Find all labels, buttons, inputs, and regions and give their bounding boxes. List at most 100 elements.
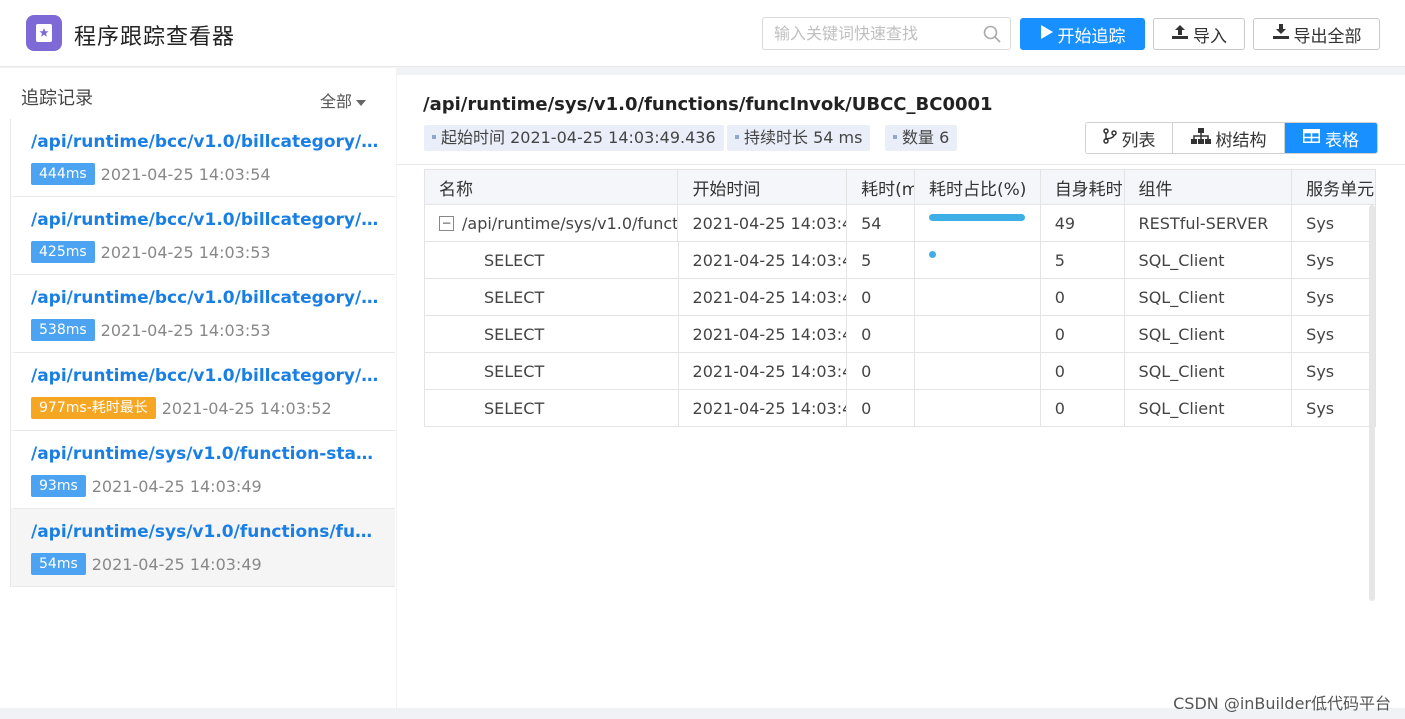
cell-component: SQL_Client [1125,353,1293,389]
app-title: 程序跟踪查看器 [74,25,236,50]
cell-service-unit: Sys [1306,213,1335,233]
cell-component: SQL_Client [1125,390,1293,426]
table-row[interactable]: SELECT2021-04-25 14:03:49.43755SQL_Clien… [424,242,1376,279]
divider [397,164,1405,165]
row-name: SELECT [484,398,545,418]
duration-badge: 444ms [31,163,95,185]
row-name: SELECT [484,287,545,307]
table-view-button[interactable]: 表格 [1285,123,1377,153]
header-col-name[interactable]: 名称 [425,170,679,204]
header-col-service-unit[interactable]: 服务单元 [1292,170,1375,204]
import-button[interactable]: 导入 [1153,18,1245,50]
header-col-start-time[interactable]: 开始时间 [678,170,848,204]
trace-list-item[interactable]: /api/runtime/bcc/v1.0/billcategory/billc… [11,119,395,197]
trace-url[interactable]: /api/runtime/sys/v1.0/functions/funcInvo… [31,522,381,542]
trace-list-item[interactable]: /api/runtime/sys/v1.0/functions/funcInvo… [11,509,395,587]
ratio-dot [929,251,936,258]
table-row[interactable]: SELECT2021-04-25 14:03:49.44500SQL_Clien… [424,390,1376,427]
table-icon [1303,128,1320,148]
table-row[interactable]: SELECT2021-04-25 14:03:49.44400SQL_Clien… [424,353,1376,390]
cell-elapsed: 0 [847,353,915,389]
duration-tag: 持续时长 54 ms [727,125,871,151]
export-all-button[interactable]: 导出全部 [1253,18,1380,50]
duration-badge: 93ms [31,475,86,497]
count-tag: 数量 6 [885,125,958,151]
trace-url[interactable]: /api/runtime/sys/v1.0/function-states [31,444,381,464]
header-col-elapsed[interactable]: 耗时(ms) [847,170,915,204]
start-trace-button[interactable]: 开始追踪 [1020,18,1145,50]
cell-component: SQL_Client [1125,279,1293,315]
cell-ratio [915,353,1041,389]
trace-list-item[interactable]: /api/runtime/bcc/v1.0/billcategory/billc… [11,275,395,353]
cell-service-unit: Sys [1306,324,1335,344]
view-switch: 列表 树结构 表格 [1085,122,1378,154]
trace-url[interactable]: /api/runtime/bcc/v1.0/billcategory/billc… [31,132,381,152]
trace-time: 2021-04-25 14:03:53 [100,242,271,262]
header-col-component[interactable]: 组件 [1125,170,1293,204]
row-name: SELECT [484,250,545,270]
cell-self-time: 0 [1041,316,1125,352]
search-box[interactable] [762,17,1011,50]
duration-badge: 977ms-耗时最长 [31,397,156,419]
list-view-button[interactable]: 列表 [1086,123,1173,153]
cell-service-unit: Sys [1306,361,1335,381]
table-view-label: 表格 [1325,130,1359,151]
sitemap-icon [1190,127,1211,149]
cell-start-time: 2021-04-25 14:03:49.442 [679,279,848,315]
filter-dropdown[interactable]: 全部 [320,88,367,112]
upload-icon [1171,24,1189,45]
cell-name: −/api/runtime/sys/v1.0/functions/funcInv… [425,205,679,241]
trace-meta: 538ms 2021-04-25 14:03:53 [31,319,271,341]
search-icon[interactable] [982,24,1002,48]
cell-ratio [915,390,1041,426]
cell-name: SELECT [425,316,679,352]
trace-meta: 54ms 2021-04-25 14:03:49 [31,553,262,575]
collapse-icon[interactable]: − [439,215,454,231]
trace-url[interactable]: /api/runtime/bcc/v1.0/billcategory/billc… [31,210,381,230]
cell-component: SQL_Client [1125,242,1293,278]
trace-meta: 425ms 2021-04-25 14:03:53 [31,241,271,263]
play-icon [1040,24,1054,45]
cell-self-time: 49 [1041,205,1125,241]
trace-meta: 444ms 2021-04-25 14:03:54 [31,163,271,185]
watermark: CSDN @inBuilder低代码平台 [1173,694,1391,713]
cell-self-time: 0 [1041,390,1125,426]
trace-url[interactable]: /api/runtime/bcc/v1.0/billcategory/billc… [31,366,381,386]
trace-list-item[interactable]: /api/runtime/sys/v1.0/function-states 93m… [11,431,395,509]
cell-name: SELECT [425,242,679,278]
table-row[interactable]: −/api/runtime/sys/v1.0/functions/funcInv… [424,205,1376,242]
cell-start-time: 2021-04-25 14:03:49.437 [679,242,848,278]
trace-sidebar: 追踪记录 全部 /api/runtime/bcc/v1.0/billcatego… [0,68,396,708]
row-name: /api/runtime/sys/v1.0/functions/funcInvo… [462,213,679,233]
tree-view-button[interactable]: 树结构 [1173,123,1285,153]
search-input[interactable] [763,18,973,49]
trace-time: 2021-04-25 14:03:53 [100,320,271,340]
trace-meta: 977ms-耗时最长 2021-04-25 14:03:52 [31,397,332,419]
trace-list-item[interactable]: /api/runtime/bcc/v1.0/billcategory/billc… [11,197,395,275]
cell-name: SELECT [425,353,679,389]
cell-self-time: 0 [1041,353,1125,389]
trace-url[interactable]: /api/runtime/bcc/v1.0/billcategory/billc… [31,288,381,308]
list-view-label: 列表 [1121,130,1156,151]
cell-start-time: 2021-04-25 14:03:49.444 [679,353,848,389]
cell-start-time: 2021-04-25 14:03:49.443 [679,316,848,352]
table-scrollbar[interactable] [1369,205,1375,601]
trace-time: 2021-04-25 14:03:49 [91,476,262,496]
download-icon [1272,23,1290,45]
cell-component: SQL_Client [1125,316,1293,352]
header-col-self-time[interactable]: 自身耗时 [1041,170,1125,204]
trace-list-item[interactable]: /api/runtime/bcc/v1.0/billcategory/billc… [11,353,395,431]
filter-value: 全部 [320,92,353,111]
cell-elapsed: 5 [847,242,915,278]
sidebar-header: 追踪记录 全部 [0,68,396,118]
cell-elapsed: 0 [847,279,915,315]
cell-ratio [915,242,1041,278]
branch-icon [1102,127,1117,149]
duration-badge: 538ms [31,319,95,341]
duration-badge: 54ms [31,553,86,575]
table-row[interactable]: SELECT2021-04-25 14:03:49.44200SQL_Clien… [424,279,1376,316]
app-header: 程序跟踪查看器 开始追踪 导入 导出全部 [0,0,1405,67]
header-col-ratio[interactable]: 耗时占比(%) [915,170,1041,204]
table-row[interactable]: SELECT2021-04-25 14:03:49.44300SQL_Clien… [424,316,1376,353]
cell-self-time: 5 [1041,242,1125,278]
